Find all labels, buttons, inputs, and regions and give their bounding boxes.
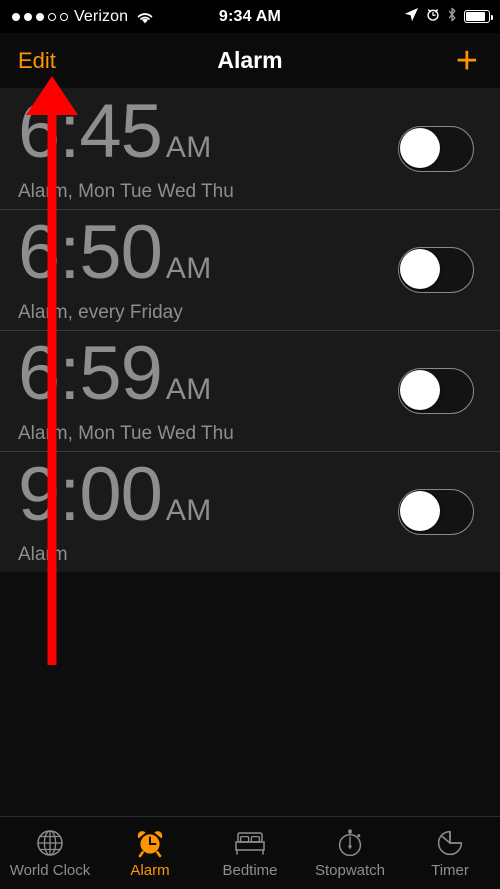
alarm-time: 9:00 AM [18, 457, 212, 533]
alarm-label: Alarm, Mon Tue Wed Thu [18, 181, 234, 202]
alarm-row[interactable]: 6:45 AM Alarm, Mon Tue Wed Thu [0, 88, 500, 209]
navigation-bar: Edit Alarm + [0, 33, 500, 88]
bed-icon [233, 827, 267, 859]
alarm-label: Alarm [18, 544, 68, 565]
tab-label: World Clock [9, 862, 91, 879]
tab-timer[interactable]: Timer [400, 817, 500, 889]
alarm-info: 6:59 AM Alarm, Mon Tue Wed Thu [18, 336, 234, 445]
alarm-time: 6:50 AM [18, 215, 212, 291]
page-title: Alarm [217, 47, 283, 73]
alarm-time: 6:59 AM [18, 336, 234, 412]
alarm-time-digits: 6:45 [18, 89, 163, 174]
status-bar: Verizon 9:34 AM [0, 0, 500, 33]
timer-icon [434, 827, 466, 859]
stopwatch-icon [334, 827, 366, 859]
tab-bedtime[interactable]: Bedtime [200, 817, 300, 889]
alarm-toggle[interactable] [398, 246, 474, 293]
alarm-time-period: AM [165, 494, 212, 527]
battery-icon [464, 10, 494, 23]
alarm-time-period: AM [165, 373, 212, 406]
globe-icon [34, 827, 66, 859]
toggle-knob [400, 248, 440, 289]
alarm-clock-icon [426, 7, 440, 27]
alarm-time: 6:45 AM [18, 94, 234, 170]
alarm-time-digits: 6:59 [18, 331, 163, 416]
add-alarm-button[interactable]: + [456, 42, 500, 80]
toggle-knob [400, 127, 440, 168]
tab-label: Stopwatch [314, 862, 386, 879]
toggle-knob [400, 369, 440, 410]
alarm-label: Alarm, every Friday [18, 302, 183, 323]
alarm-time-digits: 9:00 [18, 452, 163, 537]
alarm-time-period: AM [165, 252, 212, 285]
tab-bar: World Clock Alarm Bedtime Stopwatch Time… [0, 816, 500, 889]
alarm-info: 9:00 AM Alarm [18, 457, 212, 566]
alarm-clock-icon [134, 827, 166, 859]
toggle-knob [400, 490, 440, 531]
bluetooth-icon [447, 7, 457, 27]
status-bar-right [404, 7, 500, 27]
tab-alarm[interactable]: Alarm [100, 817, 200, 889]
tab-label: Timer [431, 862, 469, 879]
alarm-toggle[interactable] [398, 367, 474, 414]
iphone-screen: Verizon 9:34 AM Edit Alarm + 6:45 AM Ala… [0, 0, 500, 889]
tab-label: Bedtime [222, 862, 278, 879]
alarm-row[interactable]: 6:50 AM Alarm, every Friday [0, 209, 500, 330]
alarm-label: Alarm, Mon Tue Wed Thu [18, 423, 234, 444]
alarm-info: 6:50 AM Alarm, every Friday [18, 215, 212, 324]
tab-world-clock[interactable]: World Clock [0, 817, 100, 889]
alarm-info: 6:45 AM Alarm, Mon Tue Wed Thu [18, 94, 234, 203]
alarm-time-digits: 6:50 [18, 210, 163, 295]
alarm-time-period: AM [165, 131, 212, 164]
alarm-toggle[interactable] [398, 488, 474, 535]
alarm-row[interactable]: 9:00 AM Alarm [0, 451, 500, 572]
alarm-list: 6:45 AM Alarm, Mon Tue Wed Thu 6:50 AM A… [0, 88, 500, 572]
tab-stopwatch[interactable]: Stopwatch [300, 817, 400, 889]
alarm-toggle[interactable] [398, 125, 474, 172]
tab-label: Alarm [130, 862, 170, 879]
location-arrow-icon [404, 7, 419, 27]
alarm-row[interactable]: 6:59 AM Alarm, Mon Tue Wed Thu [0, 330, 500, 451]
